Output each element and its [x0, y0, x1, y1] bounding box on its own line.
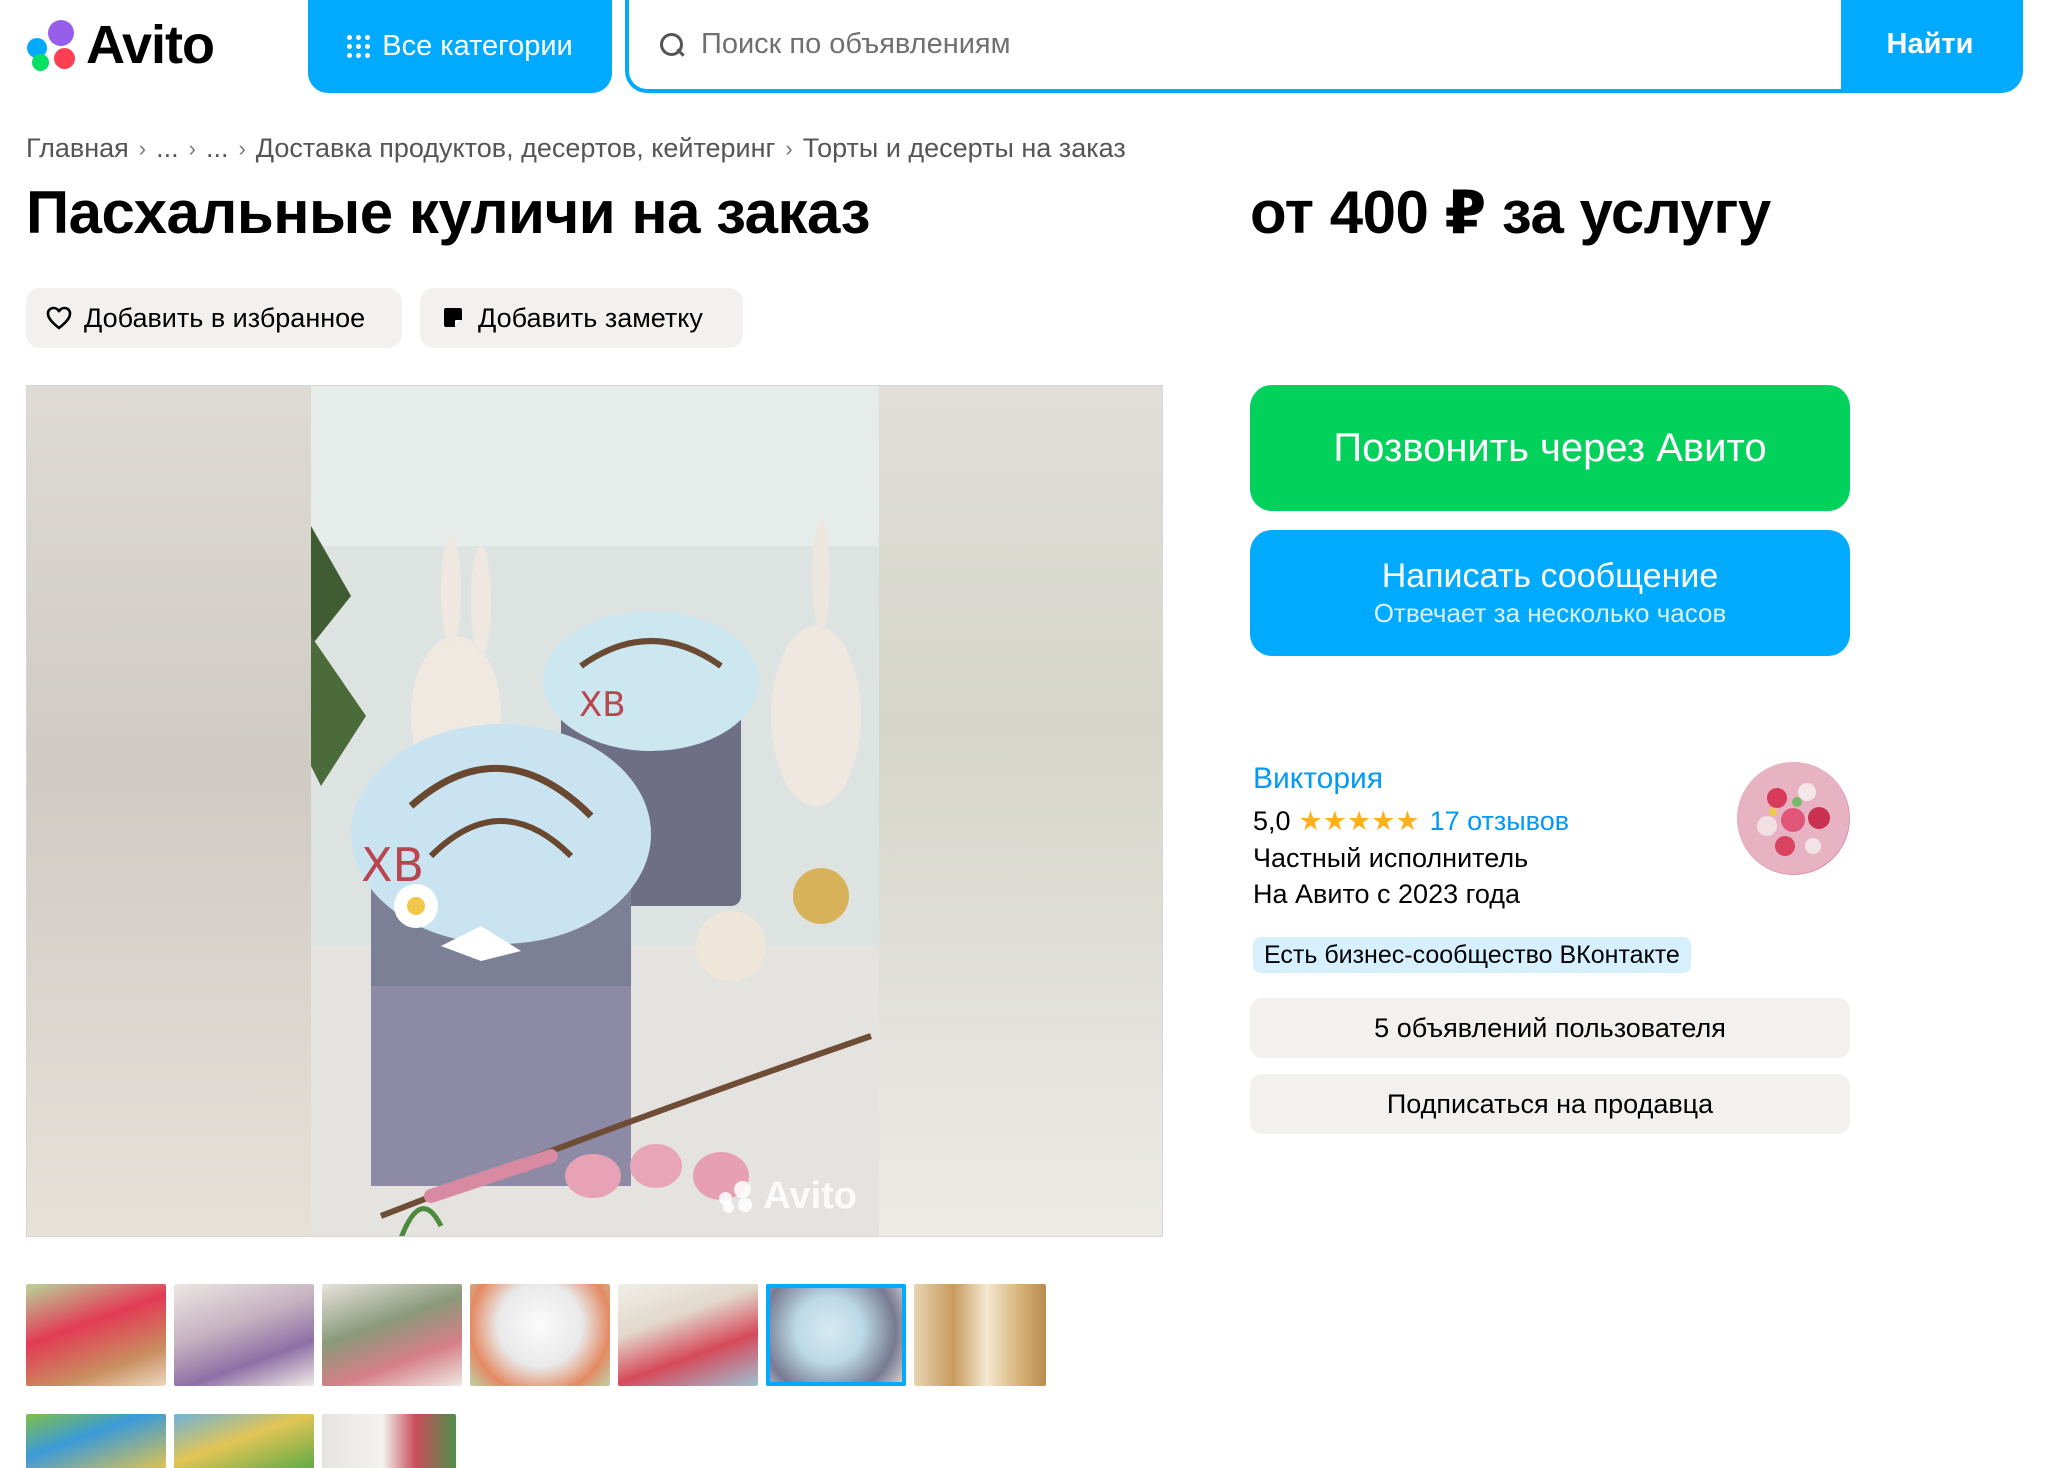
- add-note-button[interactable]: Добавить заметку: [420, 288, 743, 348]
- breadcrumb-item-cakes[interactable]: Торты и десерты на заказ: [803, 133, 1126, 164]
- image-blur-left: [27, 386, 311, 1236]
- watermark-text: Avito: [763, 1175, 857, 1217]
- note-icon: [440, 305, 466, 331]
- heart-icon: [46, 305, 72, 331]
- chevron-right-icon: ›: [238, 135, 246, 161]
- price: от 400 ₽ за услугу: [1250, 179, 1771, 246]
- search-input-box[interactable]: [629, 0, 1841, 89]
- svg-text:XB: XB: [579, 685, 626, 725]
- main-image[interactable]: XB XB Avito: [26, 385, 1163, 1237]
- logo-text: Avito: [86, 15, 215, 75]
- avito-watermark: Avito: [719, 1175, 857, 1218]
- thumbnail[interactable]: [322, 1414, 456, 1468]
- add-note-label: Добавить заметку: [478, 302, 703, 333]
- thumbnail[interactable]: [26, 1284, 166, 1386]
- seller-type: Частный исполнитель: [1253, 843, 1529, 873]
- thumbnail-active[interactable]: [766, 1284, 906, 1386]
- find-button[interactable]: Найти: [1841, 0, 2019, 89]
- thumbnail[interactable]: [26, 1414, 166, 1468]
- thumbnail[interactable]: [322, 1284, 462, 1386]
- thumbnail[interactable]: [174, 1284, 314, 1386]
- reviews-link[interactable]: 17 отзывов: [1430, 806, 1570, 837]
- breadcrumb: Главная › ... › ... › Доставка продуктов…: [26, 133, 1126, 164]
- image-blur-right: [878, 386, 1162, 1236]
- seller-since: На Авито с 2023 года: [1253, 879, 1521, 909]
- breadcrumb-item-collapsed[interactable]: ...: [206, 133, 229, 164]
- add-to-favorites-label: Добавить в избранное: [84, 302, 366, 333]
- subscribe-seller-button[interactable]: Подписаться на продавца: [1250, 1074, 1850, 1134]
- seller-name[interactable]: Виктория: [1253, 762, 1383, 796]
- avito-logo-icon: [26, 18, 80, 72]
- add-to-favorites-button[interactable]: Добавить в избранное: [26, 288, 402, 348]
- thumbnail[interactable]: [174, 1414, 314, 1468]
- call-via-avito-button[interactable]: Позвонить через Авито: [1250, 385, 1850, 511]
- breadcrumb-item-delivery[interactable]: Доставка продуктов, десертов, кейтеринг: [256, 133, 776, 164]
- search-bar: Найти: [625, 0, 2023, 93]
- thumbnail[interactable]: [470, 1284, 610, 1386]
- breadcrumb-item-home[interactable]: Главная: [26, 133, 129, 164]
- search-input[interactable]: [701, 28, 1841, 61]
- write-message-label: Написать сообщение: [1381, 557, 1719, 595]
- breadcrumb-item-collapsed[interactable]: ...: [156, 133, 179, 164]
- thumbnail[interactable]: [914, 1284, 1046, 1386]
- thumbnail[interactable]: [618, 1284, 758, 1386]
- rating-value: 5,0: [1253, 806, 1291, 836]
- star-rating-icon: ★★★★★: [1298, 806, 1420, 836]
- all-categories-label: Все категории: [382, 30, 573, 62]
- chevron-right-icon: ›: [785, 135, 793, 161]
- seller-ads-button[interactable]: 5 объявлений пользователя: [1250, 998, 1850, 1058]
- avito-logo-icon: [719, 1180, 759, 1213]
- chevron-right-icon: ›: [138, 135, 147, 161]
- listing-page: Avito Все категории Найти Главная › ... …: [0, 0, 2048, 1468]
- vk-community-badge[interactable]: Есть бизнес-сообщество ВКонтакте: [1253, 937, 1691, 973]
- avatar[interactable]: [1737, 762, 1850, 875]
- search-icon: [659, 32, 685, 58]
- write-message-button[interactable]: Написать сообщение Отвечает за несколько…: [1250, 530, 1850, 656]
- avito-logo[interactable]: Avito: [26, 15, 215, 75]
- response-time-label: Отвечает за несколько часов: [1373, 598, 1727, 628]
- chevron-right-icon: ›: [188, 135, 196, 161]
- grid-dots-icon: [347, 35, 371, 58]
- page-title: Пасхальные куличи на заказ: [26, 179, 870, 246]
- svg-text:XB: XB: [361, 838, 424, 892]
- all-categories-button[interactable]: Все категории: [308, 0, 612, 93]
- seller-rating: 5,0 ★★★★★ 17 отзывов: [1253, 806, 1569, 837]
- main-photo: XB XB Avito: [311, 386, 879, 1236]
